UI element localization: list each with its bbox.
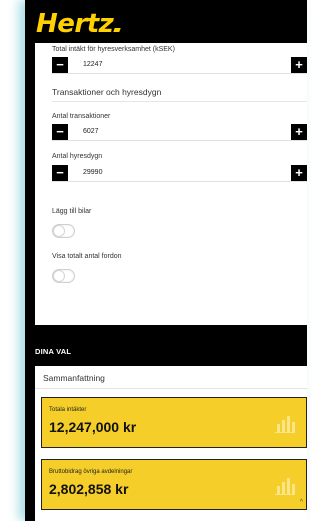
card-value: 2,802,858 kr — [49, 481, 129, 497]
transactions-increment-button[interactable]: + — [291, 124, 307, 140]
show-total-vehicles-label: Visa totalt antal fordon — [52, 253, 122, 260]
card-value: 12,247,000 kr — [49, 419, 137, 435]
add-cars-toggle[interactable] — [52, 224, 75, 238]
logo-mark — [113, 28, 122, 32]
summary-panel: Sammanfattning Totala intäkter 12,247,00… — [35, 366, 307, 521]
rental-days-label: Antal hyresdygn — [52, 153, 103, 160]
transactions-decrement-button[interactable]: − — [52, 124, 68, 140]
rental-days-stepper: − 29990 + — [52, 165, 307, 182]
show-total-vehicles-toggle[interactable] — [52, 269, 75, 283]
summary-title: Sammanfattning — [43, 373, 105, 383]
summary-divider — [35, 388, 307, 389]
add-cars-label: Lägg till bilar — [52, 208, 92, 215]
total-income-card: Totala intäkter 12,247,000 kr — [41, 397, 307, 448]
logo-text: Hertz — [36, 9, 114, 39]
rental-days-value[interactable]: 29990 — [83, 169, 102, 176]
calculator-form: Total intäkt för hyresverksamhet (kSEK) … — [35, 43, 307, 325]
toggle-knob — [53, 270, 65, 282]
hertz-logo: Hertz — [36, 9, 122, 39]
rental-days-increment-button[interactable]: + — [291, 165, 307, 181]
bar-chart-icon — [275, 478, 295, 495]
total-income-increment-button[interactable]: + — [291, 57, 307, 73]
total-income-label: Total intäkt för hyresverksamhet (kSEK) — [52, 46, 175, 53]
card-label: Totala intäkter — [49, 407, 87, 413]
scroll-up-icon[interactable]: ^ — [300, 499, 303, 506]
transactions-label: Antal transaktioner — [52, 113, 111, 120]
transactions-stepper: − 6027 + — [52, 124, 307, 141]
card-label: Bruttobidrag övriga avdelningar — [49, 469, 133, 475]
bar-chart-icon — [275, 416, 295, 433]
section-divider — [52, 101, 307, 102]
dina-val-header: DINA VAL — [35, 347, 72, 356]
transactions-value[interactable]: 6027 — [83, 128, 99, 135]
gross-contribution-card: Bruttobidrag övriga avdelningar 2,802,85… — [41, 459, 307, 510]
rental-days-decrement-button[interactable]: − — [52, 165, 68, 181]
transactions-section-title: Transaktioner och hyresdygn — [52, 87, 162, 97]
toggle-knob — [53, 225, 65, 237]
total-income-value[interactable]: 12247 — [83, 61, 102, 68]
total-income-decrement-button[interactable]: − — [52, 57, 68, 73]
total-income-stepper: − 12247 + — [52, 57, 307, 74]
